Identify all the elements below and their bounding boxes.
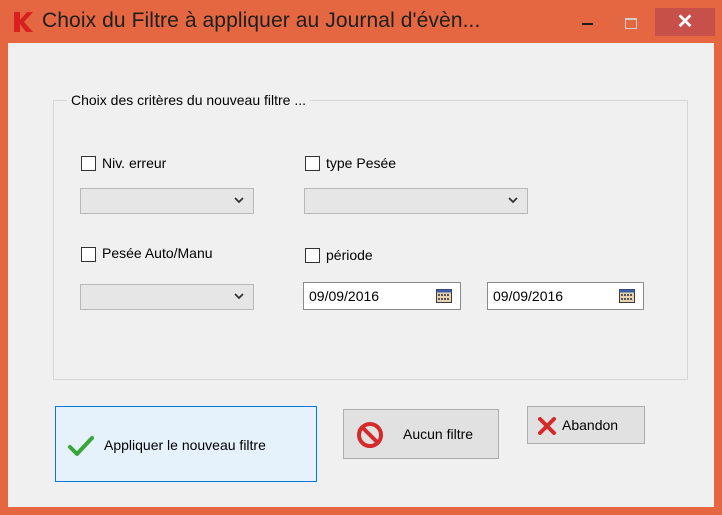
app-logo-icon (14, 12, 33, 32)
no-filter-button[interactable]: Aucun filtre (343, 409, 499, 459)
red-x-icon (538, 417, 556, 435)
dialog-window: Choix du Filtre à appliquer au Journal d… (0, 0, 722, 515)
abandon-button[interactable]: Abandon (527, 406, 645, 444)
periode-label: période (326, 247, 373, 263)
title-bar[interactable]: Choix du Filtre à appliquer au Journal d… (0, 0, 722, 42)
apply-filter-label: Appliquer le nouveau filtre (104, 437, 266, 453)
window-title: Choix du Filtre à appliquer au Journal d… (42, 9, 481, 32)
minimize-button[interactable] (571, 14, 605, 34)
pesee-auto-manu-checkbox[interactable] (81, 247, 96, 262)
niv-erreur-label: Niv. erreur (102, 155, 167, 171)
chevron-down-icon (234, 293, 244, 300)
criteria-group-label: Choix des critères du nouveau filtre ... (67, 92, 311, 108)
date-to-value: 09/09/2016 (493, 288, 564, 304)
niv-erreur-checkbox[interactable] (81, 156, 96, 171)
abandon-label: Abandon (562, 417, 619, 433)
chevron-down-icon (234, 197, 244, 204)
apply-filter-button[interactable]: Appliquer le nouveau filtre (55, 406, 317, 482)
criteria-group-box (53, 100, 688, 380)
calendar-icon[interactable] (436, 289, 452, 303)
calendar-icon[interactable] (619, 289, 635, 303)
date-to-field[interactable]: 09/09/2016 (487, 282, 644, 310)
pesee-auto-manu-combo[interactable] (80, 284, 254, 310)
no-entry-icon (357, 422, 383, 448)
no-filter-label: Aucun filtre (403, 426, 474, 442)
periode-checkbox[interactable] (305, 248, 320, 263)
check-icon (68, 436, 94, 456)
type-pesee-combo[interactable] (304, 188, 528, 214)
dialog-client-area: Choix des critères du nouveau filtre ...… (8, 43, 714, 507)
date-from-value: 09/09/2016 (309, 288, 380, 304)
type-pesee-checkbox[interactable] (305, 156, 320, 171)
chevron-down-icon (508, 197, 518, 204)
type-pesee-label: type Pesée (326, 155, 397, 171)
maximize-button[interactable] (616, 12, 646, 36)
close-button[interactable]: ✕ (655, 8, 715, 36)
pesee-auto-manu-label: Pesée Auto/Manu (102, 245, 213, 261)
niv-erreur-combo[interactable] (80, 188, 254, 214)
date-from-field[interactable]: 09/09/2016 (303, 282, 461, 310)
